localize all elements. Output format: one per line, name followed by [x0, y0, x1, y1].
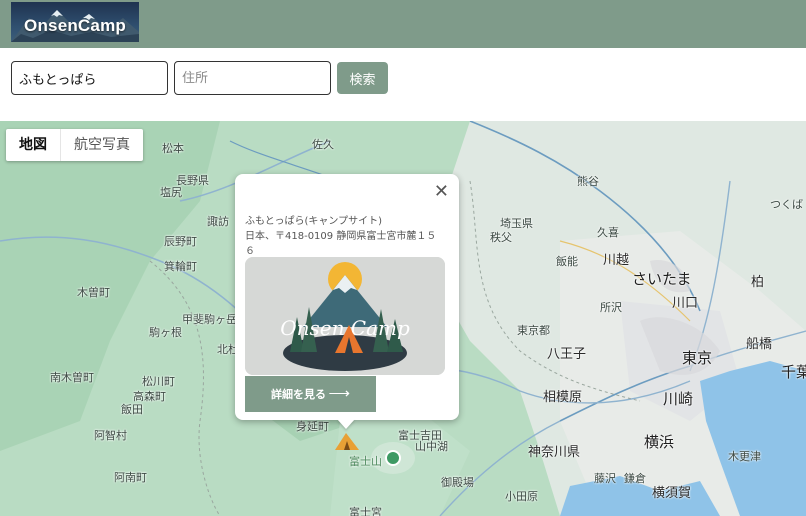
map-label: 富士宮 [349, 506, 382, 516]
map-label: 横浜 [644, 433, 675, 451]
map-label: 千葉 [781, 363, 806, 381]
place-title: ふもとっぱら(キャンプサイト) [245, 216, 383, 227]
map-label: 南木曽町 [50, 371, 94, 384]
tree-location-icon[interactable] [385, 450, 401, 466]
map-label: 松川町 [142, 375, 175, 388]
map-label: 八王子 [547, 347, 587, 362]
map-label: 山中湖 [415, 440, 448, 453]
name-search-input[interactable] [11, 61, 168, 95]
map-label: 木更津 [728, 450, 761, 463]
map-label: 甲斐駒ヶ岳 [182, 313, 237, 326]
map-label: 御殿場 [441, 476, 474, 489]
map-label: つくば [770, 198, 803, 211]
logo-text: OnsenCamp [24, 16, 126, 35]
map-label: 川越 [603, 253, 630, 268]
map-label: 小田原 [505, 490, 538, 503]
search-button[interactable]: 検索 [337, 62, 388, 94]
view-details-button[interactable]: 詳細を見る ⟶ [245, 376, 376, 412]
search-bar: 検索 [0, 48, 806, 121]
address-search-input[interactable] [174, 61, 331, 95]
map-label: 飯能 [556, 255, 578, 268]
map-label: 東京都 [517, 324, 550, 337]
map-label: 辰野町 [164, 235, 197, 248]
map-label: 阿南町 [114, 471, 147, 484]
arrow-right-icon: ⟶ [328, 385, 350, 402]
map-label: 佐久 [312, 138, 334, 151]
map-label: 阿智村 [94, 429, 127, 442]
map-type-roadmap-button[interactable]: 地図 [6, 129, 61, 161]
map-label: 塩尻 [160, 186, 182, 199]
map-label: 駒ヶ根 [149, 326, 182, 339]
app-header: OnsenCamp [0, 0, 806, 48]
map-label: 柏 [751, 275, 765, 290]
info-window-tail [337, 419, 355, 429]
map-label: 秩父 [490, 231, 512, 244]
map-label: さいたま [632, 270, 692, 288]
image-logo-text: Onsen Camp [280, 316, 410, 340]
onsencamp-logo[interactable]: OnsenCamp [11, 2, 139, 42]
map-label: 相模原 [543, 390, 583, 405]
campsite-marker-icon[interactable] [334, 431, 360, 451]
close-icon[interactable]: ✕ [434, 182, 449, 202]
map-label: 諏訪 [207, 215, 229, 228]
map-label: 船橋 [746, 337, 773, 352]
map-label: 横須賀 [652, 486, 692, 501]
map-label: 所沢 [600, 301, 622, 314]
map-label: 木曽町 [77, 286, 110, 299]
map-view[interactable]: 長野県 佐久 松本 塩尻 諏訪 辰野町 箕輪町 木曽町 駒ヶ根 甲斐駒ヶ岳 北杜… [0, 121, 806, 516]
map-label: 神奈川県 [528, 445, 581, 460]
map-label: 東京 [682, 349, 713, 367]
map-label: 藤沢 [594, 472, 616, 485]
map-type-control: 地図 航空写真 [6, 129, 143, 161]
map-label: 飯田 [121, 403, 143, 416]
map-label: 身延町 [296, 420, 329, 433]
place-image: Onsen Camp [245, 257, 445, 375]
map-label: 川口 [672, 296, 699, 311]
map-label: 川崎 [663, 390, 694, 408]
map-label: 富士山 [349, 455, 382, 468]
map-type-satellite-button[interactable]: 航空写真 [61, 129, 143, 161]
map-label: 箕輪町 [164, 260, 197, 273]
map-label: 鎌倉 [624, 472, 646, 485]
view-details-label: 詳細を見る [271, 389, 326, 401]
info-window: ✕ ふもとっぱら(キャンプサイト) 日本、〒418-0109 静岡県富士宮市麓１… [235, 174, 459, 420]
map-label: 松本 [162, 142, 184, 155]
place-address: 日本、〒418-0109 静岡県富士宮市麓１５６ [245, 231, 437, 257]
map-label: 久喜 [597, 226, 619, 239]
map-label: 熊谷 [577, 175, 599, 188]
